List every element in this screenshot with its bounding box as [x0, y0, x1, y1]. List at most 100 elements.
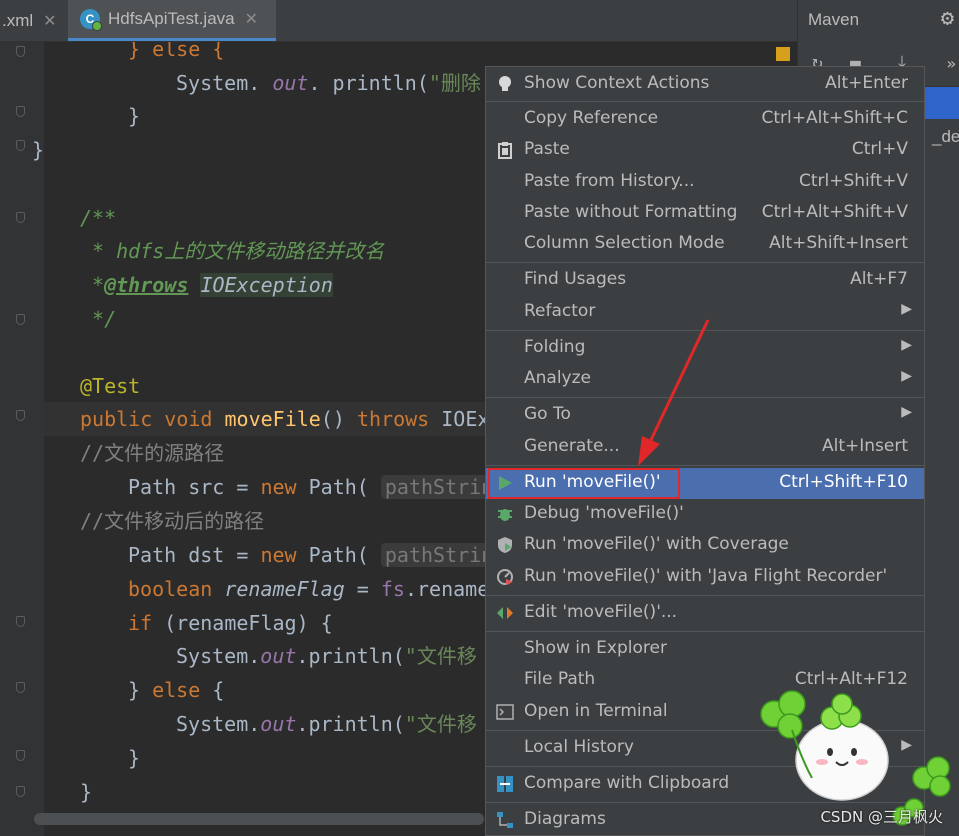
fold-marker[interactable]	[16, 46, 25, 57]
menu-separator	[486, 631, 924, 632]
tab-hdfsapitest[interactable]: C HdfsApiTest.java ✕	[68, 0, 276, 41]
menu-item-debug-movefile[interactable]: Debug 'moveFile()'	[486, 499, 924, 530]
fold-marker[interactable]	[16, 140, 25, 151]
menu-item-run-movefile-with-java-flight-recorder[interactable]: Run 'moveFile()' with 'Java Flight Recor…	[486, 562, 924, 593]
menu-item-label: Refactor	[524, 301, 596, 321]
menu-separator	[486, 595, 924, 596]
menu-item-label: Paste	[524, 139, 570, 159]
fold-marker[interactable]	[16, 750, 25, 761]
fold-marker[interactable]	[16, 212, 25, 223]
menu-item-label: Paste from History...	[524, 171, 695, 191]
menu-item-shortcut: Ctrl+V	[851, 139, 908, 159]
menu-item-label: Folding	[524, 337, 586, 357]
menu-item-analyze[interactable]: Analyze ▶	[486, 364, 924, 395]
tab-pom-xml[interactable]: .xml ✕	[0, 0, 68, 41]
tab-label: .xml	[2, 10, 34, 30]
menu-item-label: Diagrams	[524, 809, 606, 829]
close-icon[interactable]: ✕	[43, 11, 56, 31]
debug-icon	[494, 503, 516, 525]
more-icon[interactable]: »	[946, 54, 956, 73]
menu-item-shortcut: Ctrl+Shift+V	[798, 171, 908, 191]
clipboard-icon	[494, 139, 516, 161]
code-line: public void moveFile() throws IOEx	[80, 407, 490, 431]
maven-tree-item[interactable]: _der	[932, 127, 959, 147]
menu-item-shortcut: Ctrl+Alt+Shift+C	[761, 108, 908, 128]
fold-marker[interactable]	[16, 314, 25, 325]
menu-item-paste-from-history[interactable]: Paste from History... Ctrl+Shift+V	[486, 167, 924, 198]
menu-item-label: Paste without Formatting	[524, 202, 738, 222]
tab-label: HdfsApiTest.java	[108, 9, 235, 28]
coverage-icon	[494, 534, 516, 556]
code-line: /**	[80, 206, 117, 230]
menu-item-column-selection-mode[interactable]: Column Selection Mode Alt+Shift+Insert	[486, 229, 924, 260]
menu-item-paste[interactable]: Paste Ctrl+V	[486, 135, 924, 166]
menu-item-shortcut: Alt+Enter	[825, 73, 908, 93]
menu-item-label: Generate...	[524, 436, 620, 456]
code-line: //文件的源路径	[80, 441, 225, 465]
menu-item-shortcut: Ctrl+Shift+F10	[779, 472, 908, 492]
menu-item-label: Edit 'moveFile()'...	[524, 602, 678, 622]
menu-item-label: Local History	[524, 737, 634, 757]
code-line: *@throws IOException	[80, 273, 333, 297]
menu-item-copy-reference[interactable]: Copy Reference Ctrl+Alt+Shift+C	[486, 104, 924, 135]
menu-item-show-in-explorer[interactable]: Show in Explorer	[486, 634, 924, 665]
menu-item-run-movefile-with-coverage[interactable]: Run 'moveFile()' with Coverage	[486, 530, 924, 561]
menu-separator	[486, 330, 924, 331]
menu-item-label: Show Context Actions	[524, 73, 710, 93]
fold-marker[interactable]	[16, 682, 25, 693]
menu-item-generate[interactable]: Generate... Alt+Insert	[486, 432, 924, 463]
menu-item-paste-without-formatting[interactable]: Paste without Formatting Ctrl+Alt+Shift+V	[486, 198, 924, 229]
menu-item-label: Column Selection Mode	[524, 233, 725, 253]
code-line: } else {	[128, 678, 225, 702]
menu-item-label: Go To	[524, 404, 571, 424]
menu-item-shortcut: Alt+F7	[850, 269, 908, 289]
menu-item-label: Debug 'moveFile()'	[524, 503, 684, 523]
java-class-icon: C	[80, 9, 102, 31]
fold-marker[interactable]	[16, 410, 25, 421]
menu-item-go-to[interactable]: Go To ▶	[486, 400, 924, 431]
menu-item-label: Run 'moveFile()' with 'Java Flight Recor…	[524, 566, 888, 586]
menu-item-shortcut: Ctrl+Alt+F12	[794, 669, 908, 689]
chevron-right-icon: ▶	[901, 337, 912, 353]
chevron-right-icon: ▶	[901, 404, 912, 420]
menu-separator	[486, 465, 924, 466]
menu-item-run-movefile[interactable]: Run 'moveFile()' Ctrl+Shift+F10	[486, 468, 924, 499]
menu-item-folding[interactable]: Folding ▶	[486, 333, 924, 364]
menu-item-label: Find Usages	[524, 269, 627, 289]
annotation-highlight-box	[488, 468, 680, 499]
menu-item-edit-movefile[interactable]: Edit 'moveFile()'...	[486, 598, 924, 629]
warning-marker[interactable]	[776, 47, 790, 61]
menu-item-shortcut: Alt+Shift+Insert	[769, 233, 908, 253]
menu-item-label: Run 'moveFile()' with Coverage	[524, 534, 789, 554]
fold-marker[interactable]	[16, 106, 25, 117]
menu-separator	[486, 262, 924, 263]
compare-icon	[494, 773, 516, 795]
code-line: System.out.println("文件移	[176, 644, 477, 668]
menu-item-label: File Path	[524, 669, 596, 689]
menu-item-label: Open in Terminal	[524, 701, 668, 721]
maven-title: Maven	[808, 10, 860, 29]
chevron-right-icon: ▶	[901, 368, 912, 384]
fold-marker[interactable]	[16, 616, 25, 627]
menu-item-show-context-actions[interactable]: Show Context Actions Alt+Enter	[486, 69, 924, 100]
menu-separator	[486, 397, 924, 398]
edit-config-icon	[494, 602, 516, 624]
code-line: Path src = new Path( pathString	[128, 470, 510, 504]
menu-item-find-usages[interactable]: Find Usages Alt+F7	[486, 265, 924, 296]
code-line: @Test	[80, 374, 141, 398]
menu-item-shortcut: Ctrl+Alt+Shift+V	[761, 202, 908, 222]
chevron-right-icon: ▶	[901, 301, 912, 317]
menu-item-shortcut: Alt+Insert	[821, 436, 908, 456]
gear-icon[interactable]: ⚙	[941, 6, 954, 31]
code-line: System.out.println("文件移	[176, 712, 477, 736]
code-line: } else {	[128, 42, 225, 61]
code-line: }	[128, 104, 141, 128]
menu-separator	[486, 101, 924, 102]
code-line: }	[80, 780, 93, 804]
close-icon[interactable]: ✕	[245, 9, 258, 29]
diagram-icon	[494, 809, 516, 831]
menu-item-refactor[interactable]: Refactor ▶	[486, 297, 924, 328]
code-line: }	[32, 138, 45, 162]
horizontal-scrollbar[interactable]	[34, 813, 484, 825]
fold-marker[interactable]	[16, 786, 25, 797]
